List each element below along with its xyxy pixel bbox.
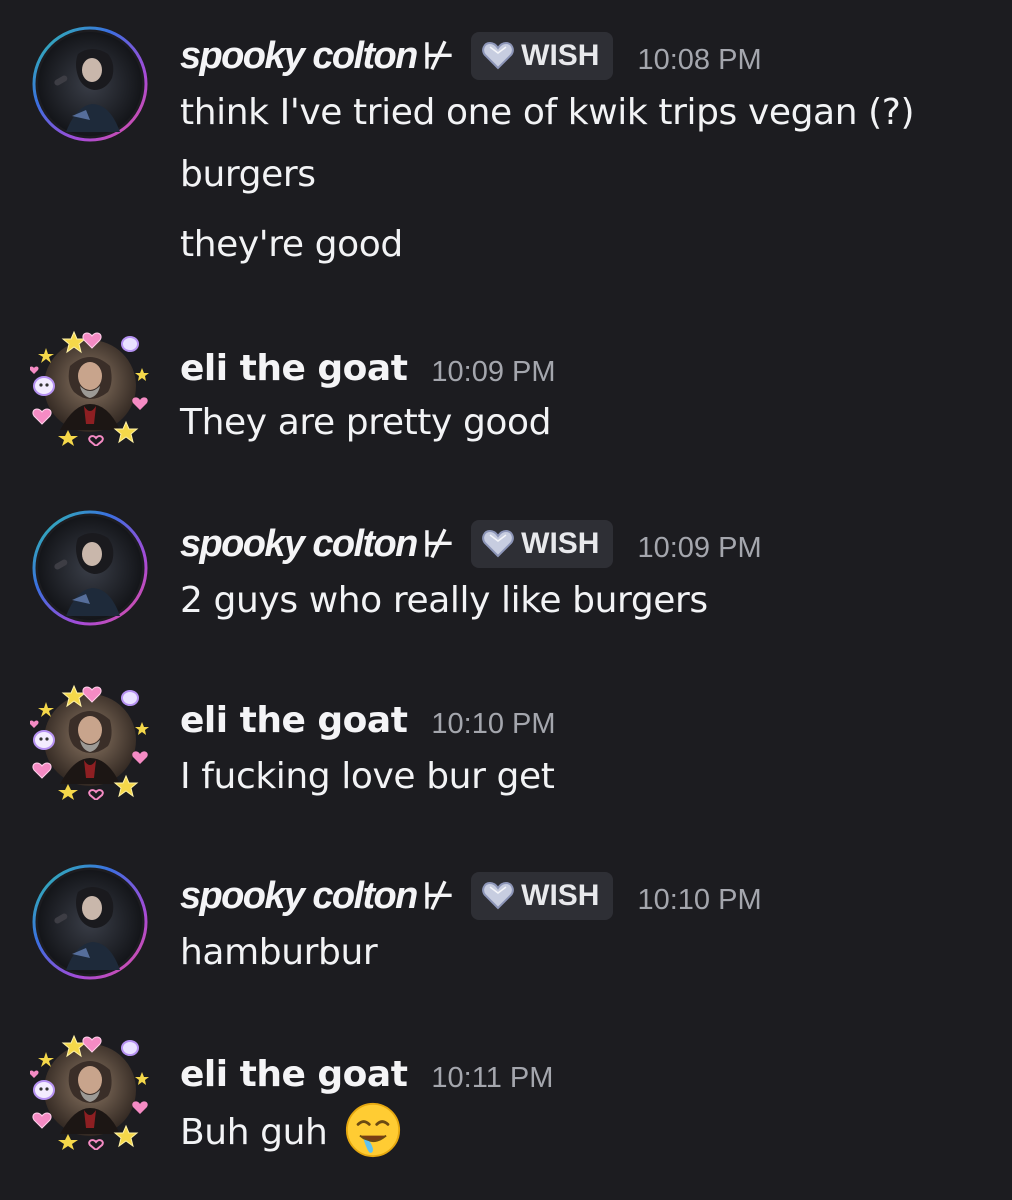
message-text: burgers [180, 154, 316, 195]
message-text: 2 guys who really like burgers [180, 580, 708, 621]
author-name[interactable]: spooky colton [180, 875, 418, 918]
guild-tag-badge[interactable]: WISH [471, 872, 614, 920]
heart-gem-icon [481, 41, 515, 71]
drooling-face-emoji [345, 1102, 400, 1158]
author-name[interactable]: spooky colton [180, 523, 418, 566]
timestamp: 10:11 PM [431, 1061, 554, 1094]
message-header: eli the goat 10:11 PM [180, 1048, 553, 1100]
avatar[interactable] [30, 24, 150, 144]
guild-tag-badge[interactable]: WISH [471, 32, 614, 80]
message-header: spooky colton ⊬ WISH 10:08 PM [180, 30, 762, 82]
pronoun-glyph: ⊬ [422, 875, 454, 916]
avatar[interactable] [30, 508, 150, 628]
message-text: think I've tried one of kwik trips vegan… [180, 92, 915, 133]
timestamp: 10:10 PM [431, 707, 556, 740]
timestamp: 10:10 PM [637, 883, 762, 916]
guild-tag-label: WISH [521, 39, 600, 72]
timestamp: 10:08 PM [637, 43, 762, 76]
message-text: I fucking love bur get [180, 756, 555, 797]
message-text-row: Buh guh [180, 1102, 401, 1162]
heart-gem-icon [481, 529, 515, 559]
message-header: spooky colton ⊬ WISH 10:10 PM [180, 870, 762, 922]
guild-tag-badge[interactable]: WISH [471, 520, 614, 568]
message-text: Buh guh [180, 1112, 328, 1153]
guild-tag-label: WISH [521, 879, 600, 912]
author-name[interactable]: eli the goat [180, 348, 408, 389]
message-header: eli the goat 10:09 PM [180, 342, 556, 394]
avatar[interactable] [30, 326, 150, 446]
avatar[interactable] [30, 862, 150, 982]
avatar[interactable] [30, 1030, 150, 1150]
timestamp: 10:09 PM [431, 355, 556, 388]
author-name[interactable]: spooky colton [180, 35, 418, 78]
pronoun-glyph: ⊬ [422, 523, 454, 564]
message-text: they're good [180, 224, 403, 265]
author-name[interactable]: eli the goat [180, 1054, 408, 1095]
avatar[interactable] [30, 680, 150, 800]
message-text: They are pretty good [180, 402, 552, 443]
author-name[interactable]: eli the goat [180, 700, 408, 741]
pronoun-glyph: ⊬ [422, 35, 454, 76]
heart-gem-icon [481, 881, 515, 911]
message-header: spooky colton ⊬ WISH 10:09 PM [180, 518, 762, 570]
message-text: hamburbur [180, 932, 378, 973]
guild-tag-label: WISH [521, 527, 600, 560]
message-header: eli the goat 10:10 PM [180, 694, 556, 746]
timestamp: 10:09 PM [637, 531, 762, 564]
